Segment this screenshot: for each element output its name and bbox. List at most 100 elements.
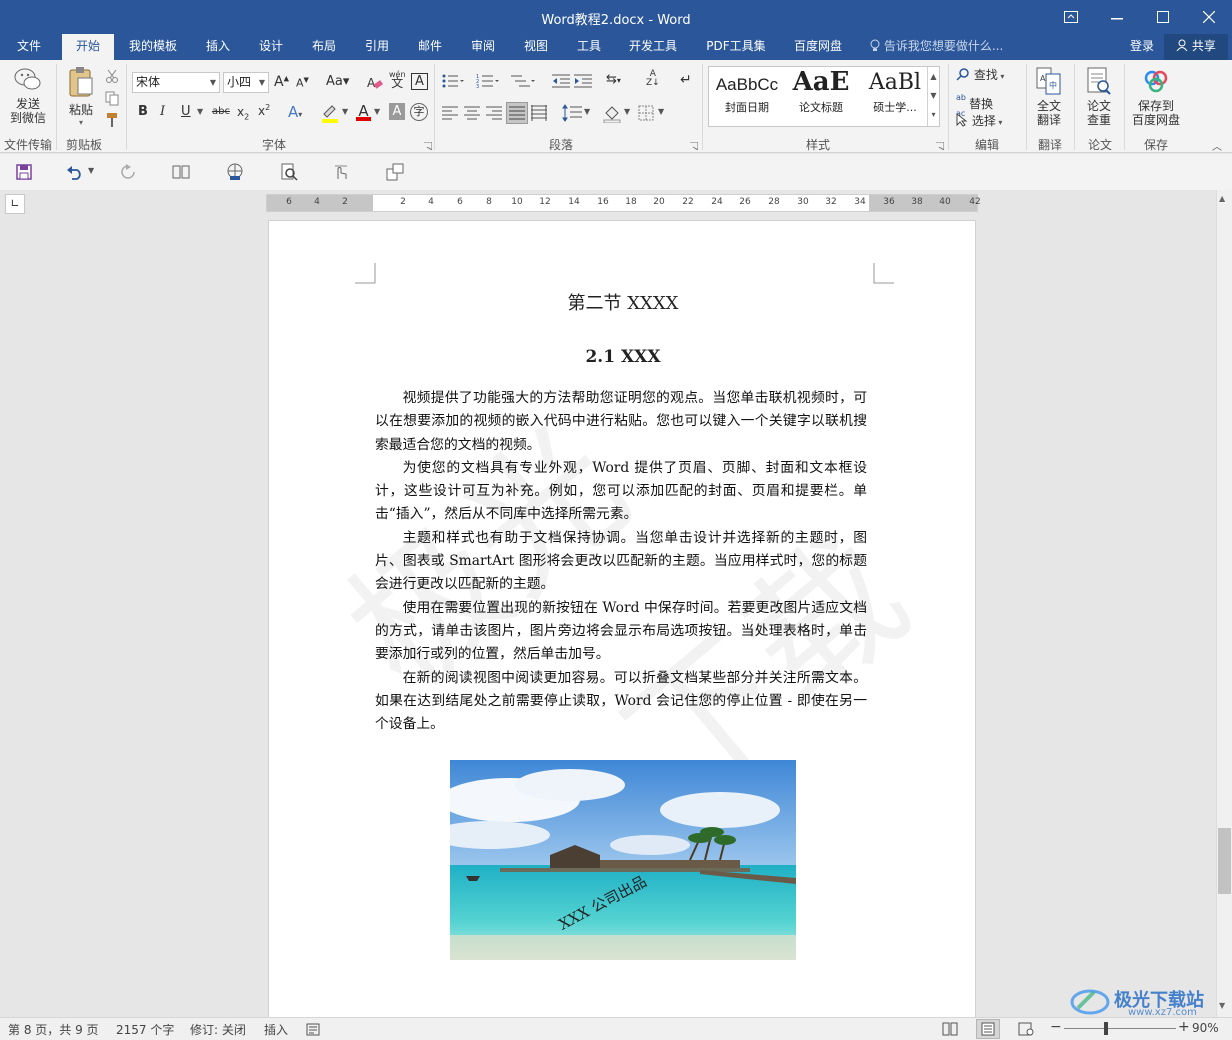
document-page[interactable]: 极光 下载 第二节 XXXX 2.1 XXX 视频提供了功能强大的方法帮助您证明… <box>268 220 976 1017</box>
beach-photo[interactable]: XXX 公司出品 <box>450 760 796 960</box>
full-translate-button[interactable]: A中 全文 翻译 <box>1032 66 1066 127</box>
page-count[interactable]: 第 8 页，共 9 页 <box>8 1021 99 1038</box>
distributed-icon[interactable] <box>531 105 547 121</box>
align-left-icon[interactable] <box>442 106 458 120</box>
text-effects-icon[interactable]: A▾ <box>288 103 302 121</box>
zoom-slider-thumb[interactable] <box>1104 1022 1108 1035</box>
vertical-scrollbar[interactable]: ▲ ▼ <box>1216 190 1232 1017</box>
save-icon[interactable] <box>16 164 32 180</box>
tab-layout[interactable]: 布局 <box>302 34 346 60</box>
underline-dropdown-icon[interactable]: ▼ <box>197 107 203 116</box>
styles-scroll-buttons[interactable]: ▲ ▼ ▾ <box>927 67 939 126</box>
tab-developer[interactable]: 开发工具 <box>620 34 686 60</box>
copy-icon[interactable] <box>104 90 120 106</box>
customize-toolbar-icon[interactable] <box>386 163 404 181</box>
tab-my-templates[interactable]: 我的模板 <box>120 34 186 60</box>
font-color-icon[interactable]: A <box>356 102 371 121</box>
line-spacing-icon[interactable] <box>562 104 584 122</box>
select-button[interactable]: 选择 ▾ <box>956 112 1002 129</box>
clear-formatting-icon[interactable]: A <box>366 74 384 92</box>
web-layout-icon[interactable] <box>226 163 244 181</box>
track-changes-status[interactable]: 修订: 关闭 <box>190 1021 246 1038</box>
shading-icon[interactable] <box>602 103 624 123</box>
align-right-icon[interactable] <box>486 106 502 120</box>
read-mode-view-icon[interactable] <box>942 1022 958 1036</box>
enclose-characters-icon[interactable]: 字 <box>410 103 428 121</box>
tab-mailings[interactable]: 邮件 <box>408 34 452 60</box>
paper-check-button[interactable]: 论文 查重 <box>1082 66 1116 127</box>
subscript-icon[interactable]: x2 <box>237 105 249 121</box>
tab-review[interactable]: 审阅 <box>461 34 505 60</box>
cut-icon[interactable] <box>104 68 120 84</box>
grow-font-icon[interactable]: A▲ <box>274 74 289 90</box>
print-preview-icon[interactable] <box>280 163 298 181</box>
web-layout-view-icon[interactable] <box>1018 1022 1034 1036</box>
share-button[interactable]: 共享 <box>1164 34 1228 60</box>
underline-icon[interactable]: U <box>181 104 191 119</box>
zoom-in-icon[interactable]: + <box>1178 1019 1190 1035</box>
phonetic-guide-icon[interactable]: wén 文 <box>389 70 406 89</box>
redo-icon[interactable] <box>120 164 136 180</box>
strikethrough-icon[interactable]: abc <box>212 106 230 117</box>
style-paper-title[interactable]: AaE 论文标题 <box>785 67 857 126</box>
show-paragraph-marks-icon[interactable]: ↵ <box>680 72 692 88</box>
zoom-slider[interactable] <box>1064 1028 1176 1029</box>
maximize-button[interactable] <box>1140 0 1186 34</box>
character-border-icon[interactable]: A <box>411 73 428 90</box>
dialog-launcher-icon[interactable] <box>424 142 432 150</box>
find-button[interactable]: 查找 ▾ <box>956 66 1004 83</box>
chinese-layout-icon[interactable]: ⇆▾ <box>606 72 621 87</box>
undo-icon[interactable] <box>66 164 84 180</box>
macro-record-icon[interactable] <box>306 1023 320 1036</box>
insert-mode-status[interactable]: 插入 <box>264 1021 288 1038</box>
horizontal-ruler[interactable]: 6 4 2 2 4 6 8 10 12 14 16 18 20 22 24 26 28 30 32 34 36 38 40 4… <box>266 194 981 212</box>
tab-baidu-netdisk[interactable]: 百度网盘 <box>784 34 852 60</box>
tab-tools[interactable]: 工具 <box>567 34 611 60</box>
style-master-thesis[interactable]: AaBl 硕士学... <box>859 67 931 126</box>
dialog-launcher-icon[interactable] <box>690 142 698 150</box>
print-layout-view-button[interactable] <box>976 1019 1000 1039</box>
minimize-button[interactable] <box>1094 0 1140 34</box>
justify-button[interactable] <box>506 102 528 124</box>
format-painter-icon[interactable] <box>104 112 120 128</box>
font-name-combo[interactable]: 宋体 ▼ <box>132 72 220 93</box>
tell-me-search[interactable]: 告诉我您想要做什么... <box>870 34 1003 60</box>
zoom-level[interactable]: 90% <box>1192 1021 1219 1035</box>
tab-home[interactable]: 开始 <box>62 34 114 60</box>
tab-insert[interactable]: 插入 <box>196 34 240 60</box>
save-to-baidu-button[interactable]: 保存到 百度网盘 <box>1130 66 1182 127</box>
send-to-wechat-button[interactable]: 发送 到微信 <box>6 66 50 134</box>
paste-button[interactable]: 粘贴 ▾ <box>62 66 100 134</box>
close-button[interactable] <box>1186 0 1232 34</box>
character-shading-icon[interactable]: A <box>389 103 405 120</box>
word-count[interactable]: 2157 个字 <box>116 1021 174 1038</box>
tab-view[interactable]: 视图 <box>514 34 558 60</box>
read-mode-icon[interactable] <box>172 164 190 180</box>
italic-icon[interactable]: I <box>160 104 165 119</box>
superscript-icon[interactable]: x2 <box>258 103 270 118</box>
scroll-up-icon[interactable]: ▲ <box>1219 194 1225 203</box>
multilevel-list-icon[interactable] <box>510 73 536 89</box>
sign-in-link[interactable]: 登录 <box>1122 34 1162 60</box>
align-center-icon[interactable] <box>464 106 480 120</box>
tab-references[interactable]: 引用 <box>355 34 399 60</box>
sort-icon[interactable]: A Z↓ <box>646 70 660 88</box>
tab-pdf-tools[interactable]: PDF工具集 <box>698 34 774 60</box>
scroll-thumb[interactable] <box>1218 828 1231 894</box>
decrease-indent-icon[interactable] <box>552 73 570 89</box>
numbering-icon[interactable]: 123 <box>476 73 500 89</box>
shrink-font-icon[interactable]: A▼ <box>296 76 309 90</box>
bullets-icon[interactable] <box>442 73 464 89</box>
document-canvas[interactable]: ∟ 6 4 2 2 4 6 8 10 12 14 16 18 20 22 24 26 28 30 32 34 36 38 4… <box>0 190 1216 1017</box>
tab-design[interactable]: 设计 <box>249 34 293 60</box>
dialog-launcher-icon[interactable] <box>936 142 944 150</box>
bold-icon[interactable]: B <box>138 104 148 119</box>
undo-dropdown-icon[interactable]: ▼ <box>88 166 94 175</box>
tab-selector-icon[interactable]: ∟ <box>5 194 25 214</box>
style-cover-date[interactable]: AaBbCc 封面日期 <box>711 67 783 126</box>
collapse-ribbon-icon[interactable]: ︿ <box>1212 138 1222 153</box>
font-size-combo[interactable]: 小四 ▼ <box>223 72 269 93</box>
ribbon-display-options-button[interactable] <box>1048 0 1094 34</box>
change-case-icon[interactable]: Aa▾ <box>326 74 349 89</box>
highlight-color-icon[interactable] <box>320 102 342 124</box>
